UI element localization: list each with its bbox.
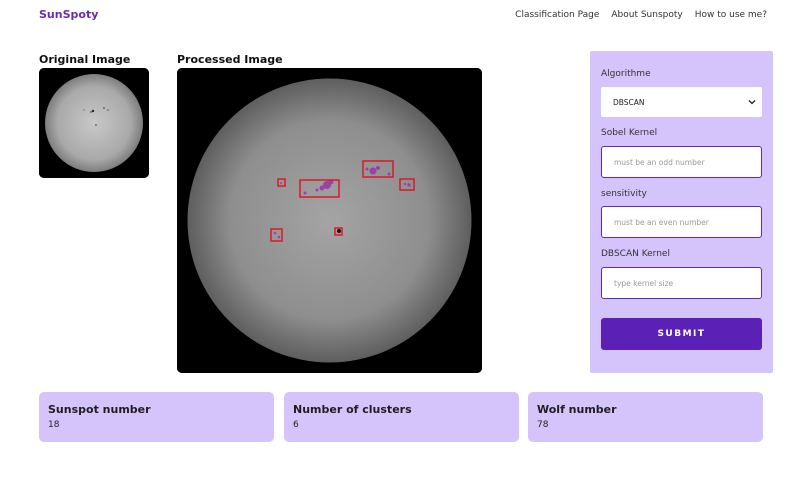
sunspot-number-card: Sunspot number 18 xyxy=(39,392,274,442)
brand-logo[interactable]: SunSpoty xyxy=(39,8,98,21)
nav-how-to-use[interactable]: How to use me? xyxy=(695,10,767,20)
original-image-title: Original Image xyxy=(39,53,131,66)
sensitivity-input[interactable]: must be an even number xyxy=(601,206,762,238)
chevron-down-icon xyxy=(748,98,756,106)
top-nav: Classification Page About Sunspoty How t… xyxy=(515,10,767,20)
sobel-kernel-label: Sobel Kernel xyxy=(601,128,658,138)
processed-image-title: Processed Image xyxy=(177,53,283,66)
sobel-kernel-input[interactable]: must be an odd number xyxy=(601,146,762,178)
stat-title: Wolf number xyxy=(537,403,617,416)
nav-about-sunspoty[interactable]: About Sunspoty xyxy=(611,10,682,20)
algorithm-label: Algorithme xyxy=(601,69,651,79)
dbscan-kernel-label: DBSCAN Kernel xyxy=(601,249,670,259)
stat-value: 18 xyxy=(48,420,60,430)
settings-panel: Algorithme DBSCAN Sobel Kernel must be a… xyxy=(590,51,773,373)
sensitivity-label: sensitivity xyxy=(601,189,647,199)
dbscan-kernel-input[interactable]: type kernel size xyxy=(601,267,762,299)
submit-button[interactable]: SUBMIT xyxy=(601,318,762,350)
original-sun-image xyxy=(39,68,149,178)
stat-value: 6 xyxy=(293,420,299,430)
processed-sun-image xyxy=(177,68,482,373)
stat-value: 78 xyxy=(537,420,549,430)
stat-title: Number of clusters xyxy=(293,403,412,416)
algorithm-select[interactable]: DBSCAN xyxy=(601,87,762,117)
clusters-card: Number of clusters 6 xyxy=(284,392,519,442)
stat-title: Sunspot number xyxy=(48,403,151,416)
wolf-number-card: Wolf number 78 xyxy=(528,392,763,442)
algorithm-select-value: DBSCAN xyxy=(613,97,645,107)
nav-classification-page[interactable]: Classification Page xyxy=(515,10,599,20)
